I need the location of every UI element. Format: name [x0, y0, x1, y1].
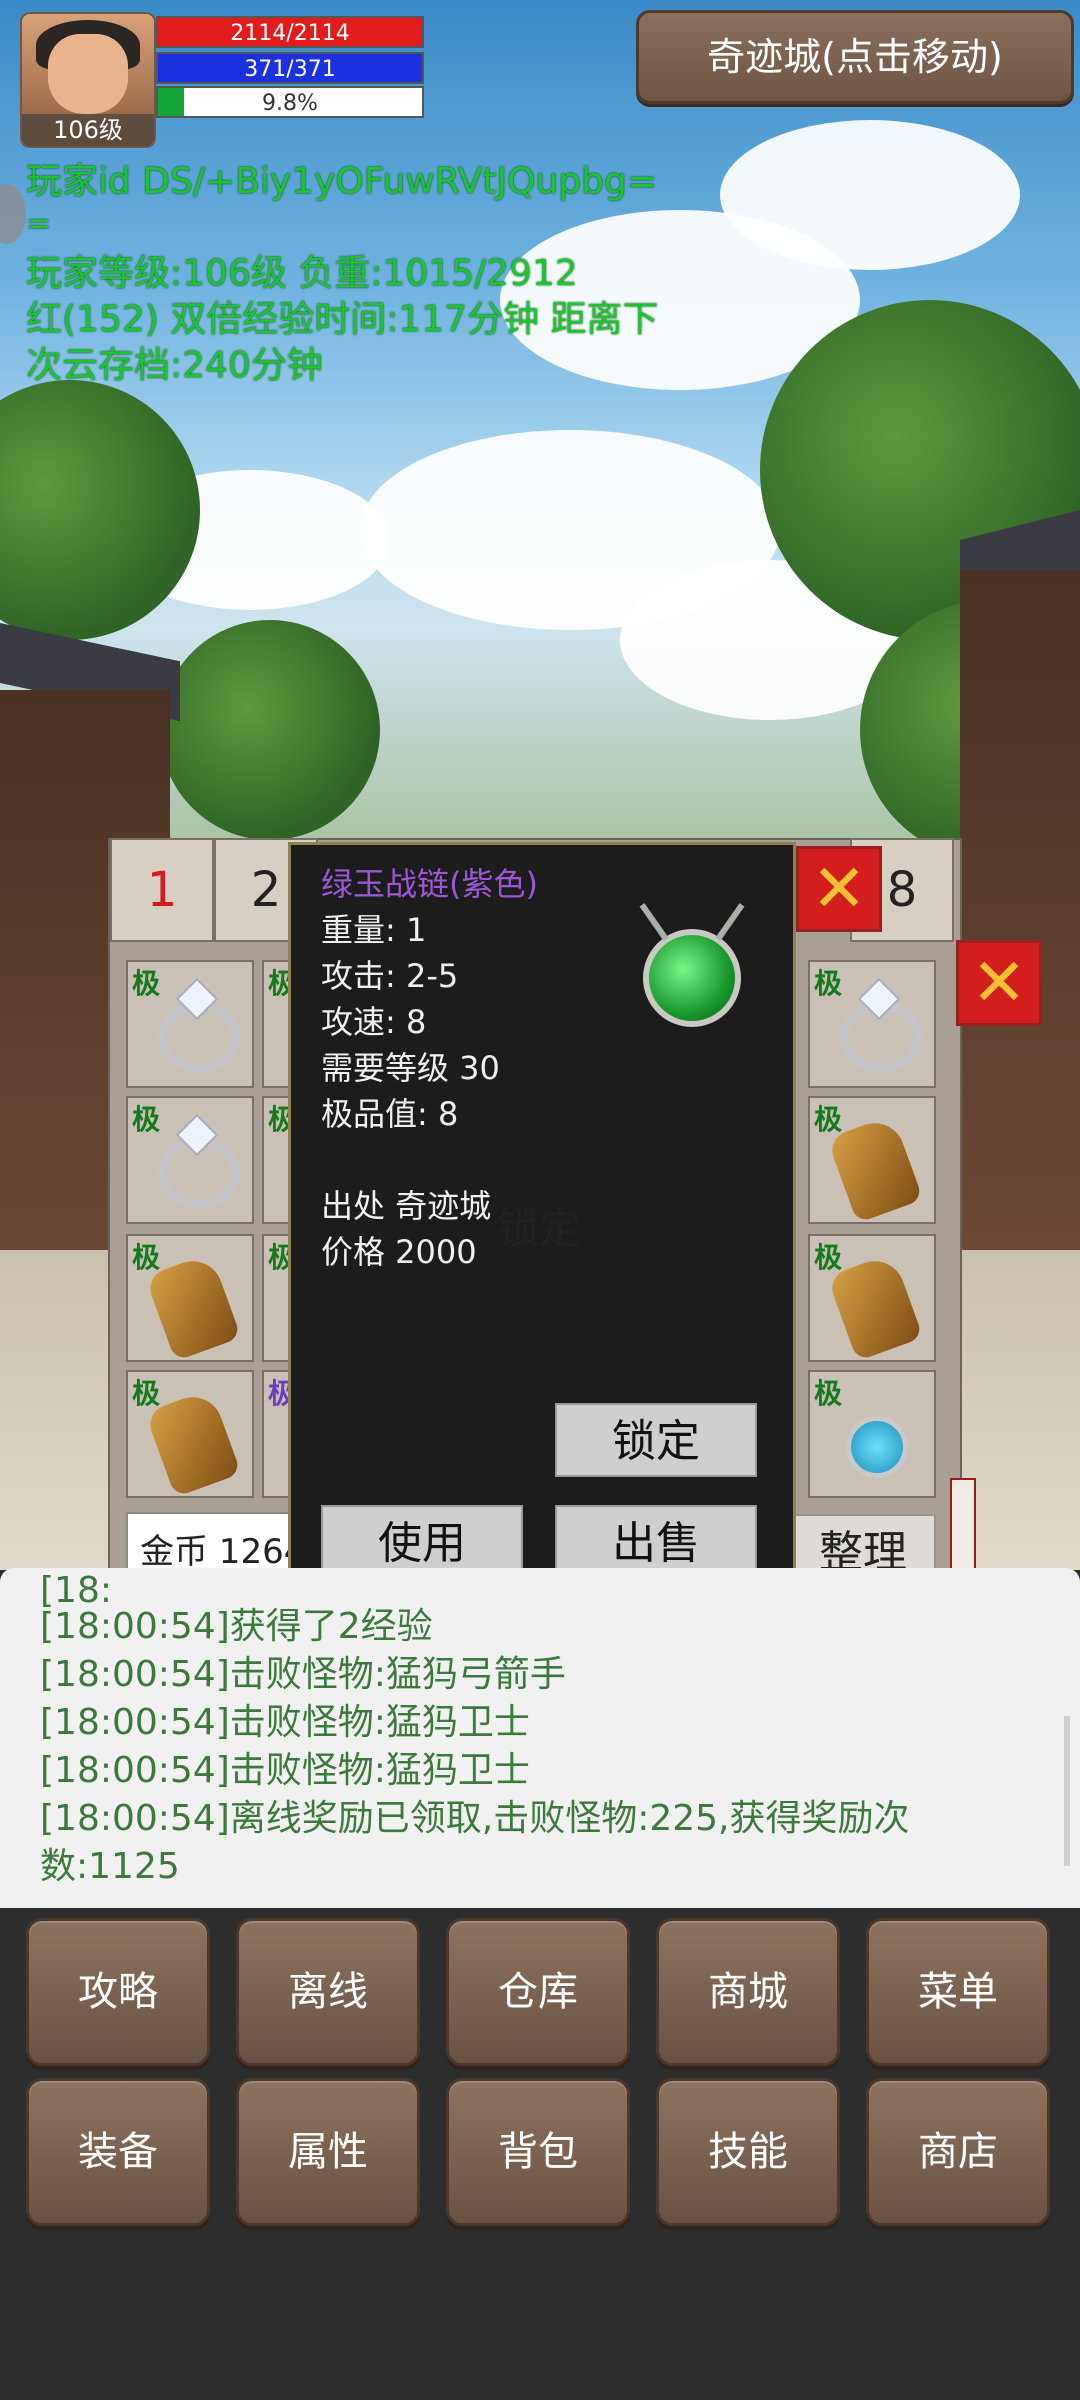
- menu-button-mall[interactable]: 商城: [656, 1918, 840, 2066]
- log-entry: [18:00:54]击败怪物:猛犸卫士: [40, 1750, 530, 1791]
- item-attack-speed: 攻速: 8: [321, 1003, 427, 1041]
- log-entry: [18:00:54]击败怪物:猛犸卫士: [40, 1702, 530, 1743]
- inventory-tab-1[interactable]: 1: [110, 838, 214, 942]
- jade-necklace-icon: [643, 929, 741, 1027]
- double-exp-text: 红(152) 双倍经验时间:117分钟 距离下: [26, 299, 659, 340]
- menu-button-guide[interactable]: 攻略: [26, 1918, 210, 2066]
- inventory-slot[interactable]: 极: [126, 1370, 254, 1498]
- hp-bar: 2114/2114: [156, 16, 424, 48]
- location-move-button[interactable]: 奇迹城(点击移动): [636, 10, 1074, 104]
- battle-log[interactable]: [18: [18:00:54]获得了2经验 [18:00:54]击败怪物:猛犸弓…: [0, 1568, 1080, 1908]
- tree: [0, 380, 200, 640]
- menu-button-backpack[interactable]: 背包: [446, 2078, 630, 2226]
- menu-button-attributes[interactable]: 属性: [236, 2078, 420, 2226]
- exp-bar-fill: [158, 88, 184, 116]
- menu-button-skills[interactable]: 技能: [656, 2078, 840, 2226]
- close-x-icon[interactable]: ✕: [796, 846, 882, 932]
- grade-tag: 极: [132, 967, 161, 1000]
- cloud-save-text: 次云存档:240分钟: [26, 345, 323, 386]
- ring-icon: [158, 1138, 240, 1208]
- building: [960, 570, 1080, 1270]
- avatar-face: [48, 34, 128, 114]
- exp-bar: 9.8%: [156, 86, 424, 118]
- grade-tag: 极: [132, 1103, 161, 1136]
- grade-tag: 极: [814, 1377, 843, 1410]
- grade-tag: 极: [132, 1377, 161, 1410]
- player-avatar[interactable]: 106级: [20, 12, 156, 148]
- cloud: [720, 120, 1020, 270]
- ring-icon: [158, 1002, 240, 1072]
- close-x-icon[interactable]: ✕: [956, 940, 1042, 1026]
- menu-button-offline[interactable]: 离线: [236, 1918, 420, 2066]
- item-grade-value: 极品值: 8: [321, 1095, 459, 1133]
- inventory-slot[interactable]: 极: [126, 1096, 254, 1224]
- item-required-level: 需要等级 30: [321, 1049, 500, 1087]
- item-tooltip: 绿玉战链(紫色) 重量: 1 攻击: 2-5 攻速: 8 需要等级 30 极品值…: [288, 842, 796, 1608]
- inventory-slot[interactable]: 极: [808, 1234, 936, 1362]
- menu-button-menu[interactable]: 菜单: [866, 1918, 1050, 2066]
- exp-percent: 9.8%: [262, 91, 318, 116]
- player-id-text-cont: =: [26, 206, 52, 241]
- menu-button-warehouse[interactable]: 仓库: [446, 1918, 630, 2066]
- log-entry: [18:00:54]离线奖励已领取,击败怪物:225,获得奖励次: [40, 1798, 910, 1839]
- item-attack: 攻击: 2-5: [321, 957, 459, 995]
- grade-tag: 极: [814, 1241, 843, 1274]
- inventory-slot[interactable]: 极: [126, 960, 254, 1088]
- inventory-slot[interactable]: 极: [808, 960, 936, 1088]
- lock-button[interactable]: 锁定: [555, 1403, 757, 1477]
- ring-icon: [840, 1002, 922, 1072]
- menu-button-equipment[interactable]: 装备: [26, 2078, 210, 2226]
- necklace-icon: [846, 1416, 908, 1478]
- item-weight: 重量: 1: [321, 911, 427, 949]
- log-scrollbar[interactable]: [1064, 1716, 1070, 1866]
- item-name: 绿玉战链(紫色): [321, 865, 538, 903]
- side-marker: [950, 1478, 976, 1570]
- grade-tag: 极: [814, 1103, 843, 1136]
- player-id-text: 玩家id DS/+Biy1yOFuwRVtJQupbg=: [26, 161, 657, 202]
- inventory-slot[interactable]: 极: [808, 1096, 936, 1224]
- inventory-slot[interactable]: 极: [808, 1370, 936, 1498]
- log-entry: [18:00:54]击败怪物:猛犸弓箭手: [40, 1654, 566, 1695]
- log-entry: [18:00:54]获得了2经验: [40, 1606, 433, 1647]
- player-level-badge: 106级: [22, 114, 154, 146]
- inventory-slot[interactable]: 极: [126, 1234, 254, 1362]
- item-price: 价格 2000: [321, 1233, 477, 1271]
- tree: [160, 620, 380, 840]
- menu-button-shop[interactable]: 商店: [866, 2078, 1050, 2226]
- lock-ghost-label: 锁定: [497, 1204, 582, 1253]
- log-entry: 数:1125: [40, 1846, 180, 1887]
- grade-tag: 极: [814, 967, 843, 1000]
- mp-bar: 371/371: [156, 52, 424, 84]
- grade-tag: 极: [132, 1241, 161, 1274]
- player-stats-text: 玩家等级:106级 负重:1015/2912: [26, 253, 578, 294]
- item-source: 出处 奇迹城: [321, 1187, 492, 1225]
